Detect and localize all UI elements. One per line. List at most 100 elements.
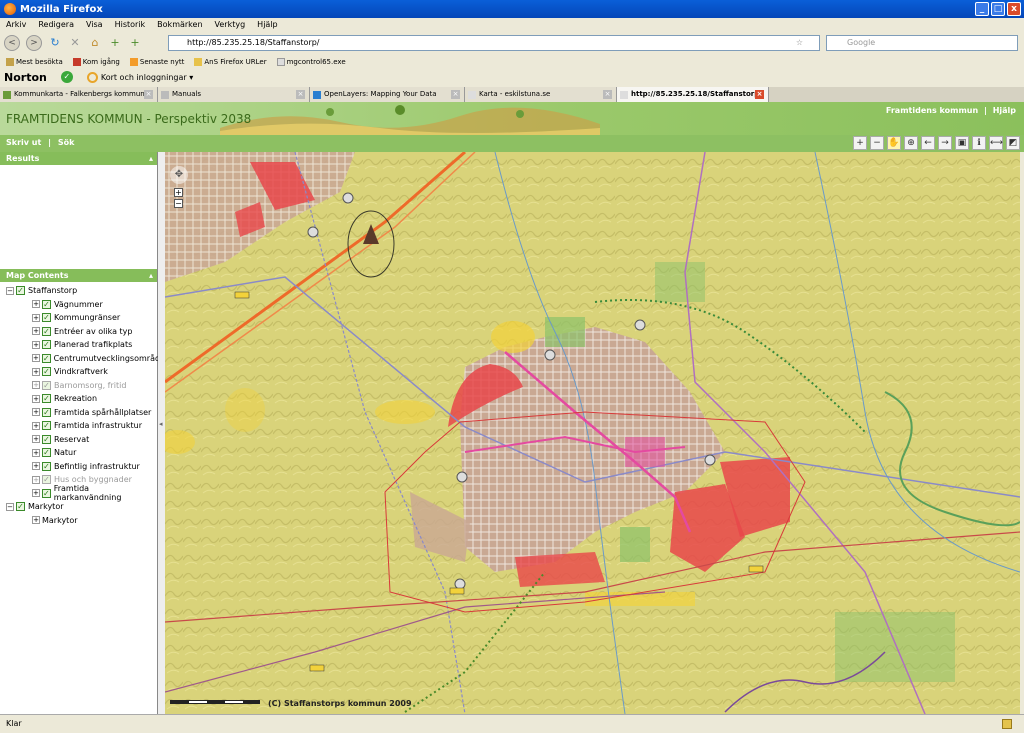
layer-checkbox[interactable]: ✓ bbox=[42, 380, 51, 390]
expand-toggle-icon[interactable]: + bbox=[32, 327, 40, 336]
bookmark-item[interactable]: AnS Firefox URLer bbox=[194, 58, 267, 66]
expand-toggle-icon[interactable]: + bbox=[32, 313, 40, 322]
tab-close-icon[interactable]: × bbox=[451, 90, 460, 99]
expand-toggle-icon[interactable]: + bbox=[32, 381, 40, 390]
expand-toggle-icon[interactable]: + bbox=[32, 475, 40, 484]
collapse-toggle-icon[interactable]: − bbox=[6, 286, 14, 295]
layer-checkbox[interactable]: ✓ bbox=[42, 340, 51, 350]
bookmark-item[interactable]: mgcontrol65.exe bbox=[276, 58, 346, 66]
collapse-arrow-icon[interactable]: ◂ bbox=[159, 420, 163, 428]
layer-checkbox[interactable]: ✓ bbox=[42, 421, 51, 431]
layer-item[interactable]: + ✓ Befintlig infrastruktur bbox=[0, 460, 157, 474]
zoom-out-icon[interactable]: − bbox=[870, 136, 884, 150]
star-icon[interactable]: ☆ bbox=[796, 36, 803, 50]
layer-item[interactable]: + ✓ Centrumutvecklingsområden bbox=[0, 352, 170, 366]
close-button[interactable]: x bbox=[1007, 2, 1021, 16]
pan-hand-icon[interactable]: ✋ bbox=[887, 136, 901, 150]
expand-toggle-icon[interactable]: + bbox=[32, 354, 40, 363]
layer-item[interactable]: + ✓ Framtida markanvändning bbox=[0, 484, 157, 502]
search-input[interactable]: Google bbox=[826, 35, 1018, 51]
reload-icon[interactable]: ↻ bbox=[48, 36, 62, 50]
tab-close-icon[interactable]: × bbox=[603, 90, 612, 99]
tab-staffanstorp[interactable]: http://85.235.25.18/Staffanstorp/× bbox=[617, 87, 769, 102]
home-icon[interactable]: ⌂ bbox=[88, 36, 102, 50]
expand-toggle-icon[interactable]: + bbox=[32, 489, 40, 498]
previous-extent-icon[interactable]: ← bbox=[921, 136, 935, 150]
collapse-toggle-icon[interactable]: − bbox=[6, 502, 14, 511]
layer-item[interactable]: + ✓ Kommungränser bbox=[0, 311, 157, 325]
layer-item[interactable]: + ✓ Natur bbox=[0, 446, 157, 460]
next-extent-icon[interactable]: → bbox=[938, 136, 952, 150]
layer-item[interactable]: + ✓ Entréer av olika typ bbox=[0, 325, 157, 339]
select-icon[interactable]: ▣ bbox=[955, 136, 969, 150]
tab-eskilstuna[interactable]: Karta - eskilstuna.se × bbox=[465, 87, 617, 102]
layer-checkbox[interactable]: ✓ bbox=[42, 394, 51, 404]
expand-toggle-icon[interactable]: + bbox=[32, 300, 40, 309]
expand-toggle-icon[interactable]: + bbox=[32, 435, 40, 444]
map-canvas[interactable] bbox=[165, 152, 1020, 714]
stop-icon[interactable]: ✕ bbox=[68, 36, 82, 50]
layer-item[interactable]: + Markytor bbox=[0, 514, 157, 528]
layer-checkbox[interactable]: ✓ bbox=[41, 488, 51, 498]
layer-checkbox[interactable]: ✓ bbox=[42, 461, 51, 471]
maximize-button[interactable]: □ bbox=[991, 2, 1005, 16]
layer-checkbox[interactable]: ✓ bbox=[42, 326, 51, 336]
layer-item[interactable]: + ✓ Vägnummer bbox=[0, 298, 157, 312]
layer-item[interactable]: + ✓ Barnomsorg, fritid bbox=[0, 379, 157, 393]
menu-redigera[interactable]: Redigera bbox=[38, 20, 74, 29]
expand-toggle-icon[interactable]: + bbox=[32, 408, 40, 417]
new-tab-icon[interactable]: + bbox=[128, 36, 142, 50]
bookmark-item[interactable]: Mest besökta bbox=[6, 58, 63, 66]
zoom-extent-icon[interactable]: ⊕ bbox=[904, 136, 918, 150]
bookmark-item[interactable]: Kom igång bbox=[72, 58, 120, 66]
collapse-icon[interactable]: ▴ bbox=[149, 269, 153, 282]
expand-toggle-icon[interactable]: + bbox=[32, 367, 40, 376]
help-link[interactable]: Hjälp bbox=[993, 106, 1016, 115]
back-icon[interactable]: < bbox=[4, 35, 20, 51]
menu-arkiv[interactable]: Arkiv bbox=[6, 20, 26, 29]
identify-icon[interactable]: ℹ bbox=[972, 136, 986, 150]
map-view[interactable] bbox=[165, 152, 1020, 714]
tab-close-icon[interactable]: × bbox=[144, 90, 153, 99]
menu-verktyg[interactable]: Verktyg bbox=[215, 20, 246, 29]
zoom-in-icon[interactable]: + bbox=[853, 136, 867, 150]
menu-hjalp[interactable]: Hjälp bbox=[257, 20, 277, 29]
expand-toggle-icon[interactable]: + bbox=[32, 340, 40, 349]
print-link[interactable]: Skriv ut bbox=[6, 138, 41, 147]
menu-historik[interactable]: Historik bbox=[115, 20, 146, 29]
layer-item[interactable]: + ✓ Framtida spårhållplatser bbox=[0, 406, 157, 420]
norton-logo[interactable]: Norton bbox=[4, 71, 47, 84]
layer-checkbox[interactable]: ✓ bbox=[42, 448, 51, 458]
norton-check-icon[interactable]: ✓ bbox=[60, 71, 73, 83]
layer-item[interactable]: + ✓ Planerad trafikplats bbox=[0, 338, 157, 352]
layer-checkbox[interactable]: ✓ bbox=[42, 475, 51, 485]
layer-checkbox[interactable]: ✓ bbox=[42, 434, 51, 444]
collapse-icon[interactable]: ▴ bbox=[149, 152, 153, 165]
url-bar[interactable]: http://85.235.25.18/Staffanstorp/ ☆ bbox=[168, 35, 820, 51]
layer-item[interactable]: + ✓ Reservat bbox=[0, 433, 157, 447]
menu-visa[interactable]: Visa bbox=[86, 20, 103, 29]
map-contents-header[interactable]: Map Contents ▴ bbox=[0, 269, 157, 282]
layer-checkbox[interactable]: ✓ bbox=[42, 299, 51, 309]
tab-close-icon[interactable]: × bbox=[296, 90, 305, 99]
bookmark-item[interactable]: Senaste nytt bbox=[129, 58, 184, 66]
minimize-button[interactable]: _ bbox=[975, 2, 989, 16]
layer-checkbox[interactable]: ✓ bbox=[16, 286, 25, 296]
layer-checkbox[interactable]: ✓ bbox=[41, 353, 51, 363]
add-bookmark-icon[interactable]: + bbox=[108, 36, 122, 50]
panel-splitter[interactable]: ◂ bbox=[158, 152, 165, 714]
menu-bokmarken[interactable]: Bokmärken bbox=[157, 20, 202, 29]
zoom-in-icon[interactable]: + bbox=[174, 188, 183, 197]
expand-toggle-icon[interactable]: + bbox=[32, 462, 40, 471]
norton-signin[interactable]: Kort och inloggningar ▾ bbox=[86, 71, 193, 83]
expand-toggle-icon[interactable]: + bbox=[32, 394, 40, 403]
expand-toggle-icon[interactable]: + bbox=[32, 448, 40, 457]
forward-icon[interactable]: > bbox=[26, 35, 42, 51]
tree-root-staffanstorp[interactable]: − ✓ Staffanstorp bbox=[0, 284, 157, 298]
tab-manuals[interactable]: Manuals × bbox=[158, 87, 310, 102]
layer-item[interactable]: + ✓ Vindkraftverk bbox=[0, 365, 157, 379]
expand-toggle-icon[interactable]: + bbox=[32, 516, 40, 525]
tab-openlayers[interactable]: OpenLayers: Mapping Your Data × bbox=[310, 87, 465, 102]
pan-arrows-icon[interactable]: ✥ bbox=[170, 166, 188, 184]
expand-toggle-icon[interactable]: + bbox=[32, 421, 40, 430]
